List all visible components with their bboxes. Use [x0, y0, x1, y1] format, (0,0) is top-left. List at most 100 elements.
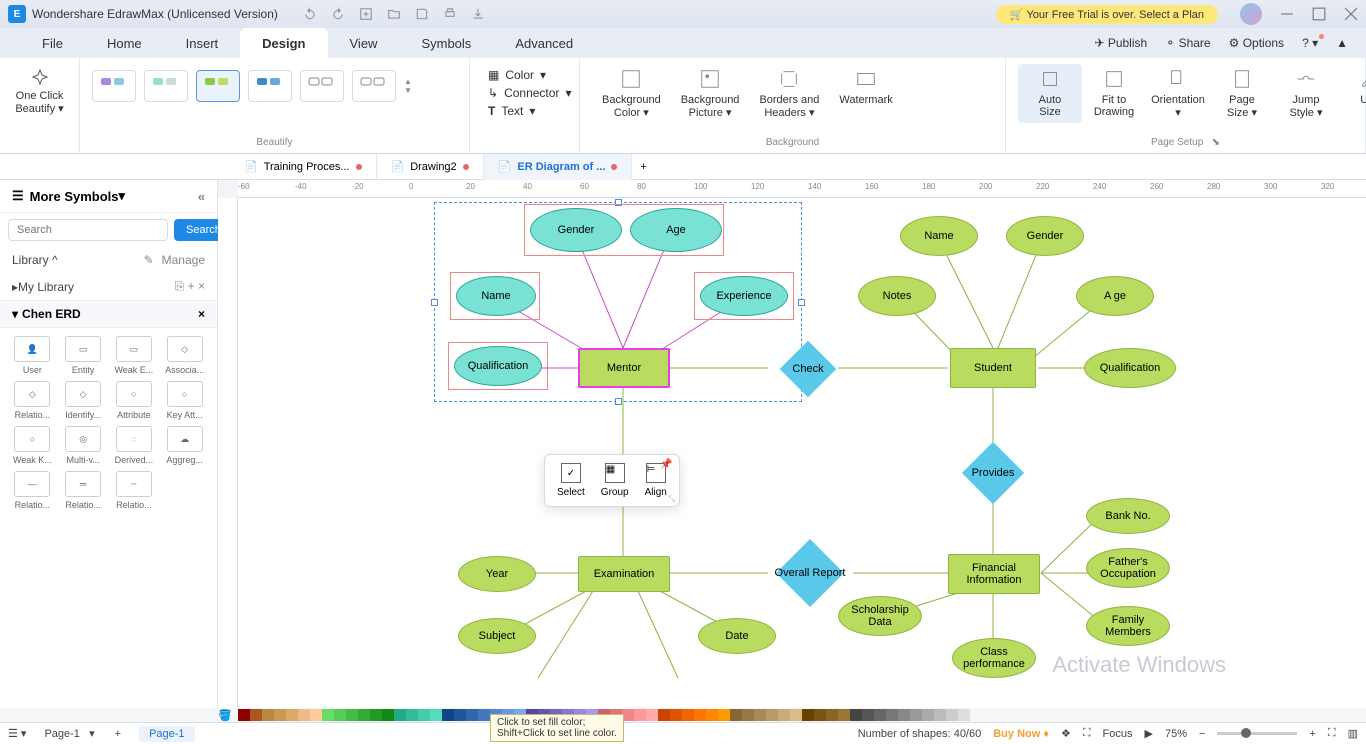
zoom-in-button[interactable]: +	[1309, 728, 1315, 740]
color-swatch[interactable]	[394, 709, 406, 721]
page-size-button[interactable]: PageSize ▾	[1210, 64, 1274, 123]
attr-father[interactable]: Father'sOccupation	[1086, 548, 1170, 588]
rel-overall[interactable]: Overall Report	[760, 548, 860, 598]
fullscreen-icon[interactable]: ⛶	[1328, 727, 1336, 740]
collapse-ribbon-icon[interactable]: ▲	[1336, 36, 1348, 50]
user-avatar-icon[interactable]	[1240, 3, 1262, 25]
maximize-icon[interactable]	[1312, 7, 1326, 21]
color-swatch[interactable]	[742, 709, 754, 721]
color-swatch[interactable]	[874, 709, 886, 721]
color-swatch[interactable]	[730, 709, 742, 721]
color-swatch[interactable]	[718, 709, 730, 721]
shape-rel-line3[interactable]: ┄Relatio...	[112, 471, 157, 510]
color-dropdown[interactable]: ▦ Color ▾	[488, 68, 561, 82]
publish-link[interactable]: ✈ Publish	[1094, 36, 1147, 50]
watermark-button[interactable]: Watermark	[829, 64, 902, 123]
new-icon[interactable]	[359, 7, 373, 21]
tab-drawing2[interactable]: 📄 Drawing2	[377, 154, 484, 180]
panel-toggle-icon[interactable]: ▥	[1348, 727, 1358, 740]
pin-icon[interactable]: 📌	[660, 459, 672, 470]
color-swatch[interactable]	[790, 709, 802, 721]
attr-scholarship[interactable]: ScholarshipData	[838, 596, 922, 636]
color-swatch[interactable]	[958, 709, 970, 721]
theme-6[interactable]	[352, 70, 396, 102]
shape-entity[interactable]: ▭Entity	[61, 336, 106, 375]
layers-icon[interactable]: ❖	[1061, 727, 1071, 740]
trial-banner[interactable]: 🛒 Your Free Trial is over. Select a Plan	[996, 5, 1218, 24]
attr-name2[interactable]: Name	[900, 216, 978, 256]
focus-button[interactable]: Focus	[1103, 728, 1133, 740]
background-color-button[interactable]: BackgroundColor ▾	[592, 64, 671, 123]
color-swatch[interactable]	[766, 709, 778, 721]
background-picture-button[interactable]: BackgroundPicture ▾	[671, 64, 750, 123]
add-page-button[interactable]: +	[105, 728, 131, 740]
menu-design[interactable]: Design	[240, 28, 327, 58]
buy-now-link[interactable]: Buy Now ♦	[993, 728, 1049, 740]
color-swatch[interactable]	[310, 709, 322, 721]
color-swatch[interactable]	[322, 709, 334, 721]
group-tool[interactable]: ▦Group	[601, 463, 629, 498]
color-swatch[interactable]	[886, 709, 898, 721]
shape-rel-line1[interactable]: —Relatio...	[10, 471, 55, 510]
options-link[interactable]: ⚙ Options	[1229, 36, 1284, 50]
color-swatch[interactable]	[658, 709, 670, 721]
zoom-out-button[interactable]: −	[1199, 728, 1205, 740]
entity-financial[interactable]: FinancialInformation	[948, 554, 1040, 594]
theme-3[interactable]	[196, 70, 240, 102]
color-swatch[interactable]	[850, 709, 862, 721]
library-row[interactable]: Library ^✎ Manage	[0, 247, 217, 273]
color-swatch[interactable]	[862, 709, 874, 721]
one-click-beautify-button[interactable]: One Click Beautify ▾	[12, 64, 67, 119]
attr-subject[interactable]: Subject	[458, 618, 536, 654]
color-swatch[interactable]	[406, 709, 418, 721]
share-link[interactable]: ⚬ Share	[1165, 36, 1210, 50]
zoom-level[interactable]: 75%	[1165, 728, 1187, 740]
color-swatch[interactable]	[898, 709, 910, 721]
borders-headers-button[interactable]: Borders andHeaders ▾	[749, 64, 829, 123]
color-swatch[interactable]	[814, 709, 826, 721]
page-selector[interactable]: Page-1 ▾	[34, 725, 104, 742]
color-swatch[interactable]	[346, 709, 358, 721]
shape-rel-line2[interactable]: ═Relatio...	[61, 471, 106, 510]
color-swatch[interactable]	[358, 709, 370, 721]
color-swatch[interactable]	[430, 709, 442, 721]
color-swatch[interactable]	[274, 709, 286, 721]
menu-file[interactable]: File	[20, 28, 85, 58]
fit-icon[interactable]: ⛶	[1083, 727, 1091, 740]
select-tool[interactable]: ✓Select	[557, 463, 585, 498]
color-swatch[interactable]	[922, 709, 934, 721]
fit-to-drawing-button[interactable]: Fit toDrawing	[1082, 64, 1146, 123]
add-tab-button[interactable]: +	[632, 161, 654, 173]
shape-user[interactable]: 👤User	[10, 336, 55, 375]
shape-aggregation[interactable]: ☁Aggreg...	[162, 426, 207, 465]
attr-bankno[interactable]: Bank No.	[1086, 498, 1170, 534]
color-swatch[interactable]	[934, 709, 946, 721]
color-swatch[interactable]	[478, 709, 490, 721]
color-swatch[interactable]	[442, 709, 454, 721]
color-swatch[interactable]	[838, 709, 850, 721]
theme-1[interactable]	[92, 70, 136, 102]
attr-gender2[interactable]: Gender	[1006, 216, 1084, 256]
menu-advanced[interactable]: Advanced	[493, 28, 595, 58]
theme-5[interactable]	[300, 70, 344, 102]
presentation-icon[interactable]: ▶	[1145, 727, 1153, 740]
color-swatch[interactable]	[946, 709, 958, 721]
shape-derived[interactable]: ◌Derived...	[112, 426, 157, 465]
auto-size-button[interactable]: AutoSize	[1018, 64, 1082, 123]
color-swatch[interactable]	[694, 709, 706, 721]
color-swatch[interactable]	[778, 709, 790, 721]
tab-training[interactable]: 📄 Training Proces...	[230, 154, 377, 180]
collapse-sidebar-icon[interactable]: «	[198, 189, 205, 204]
color-swatch[interactable]	[286, 709, 298, 721]
color-swatch[interactable]	[418, 709, 430, 721]
undo-icon[interactable]	[303, 7, 317, 21]
page-tab-1[interactable]: Page-1	[139, 726, 194, 742]
color-swatch[interactable]	[670, 709, 682, 721]
color-swatch[interactable]	[298, 709, 310, 721]
text-dropdown[interactable]: T Text ▾	[488, 104, 561, 118]
pages-list-icon[interactable]: ☰ ▾	[8, 727, 26, 740]
print-icon[interactable]	[443, 7, 457, 21]
redo-icon[interactable]	[331, 7, 345, 21]
color-swatch[interactable]	[238, 709, 250, 721]
jump-style-button[interactable]: JumpStyle ▾	[1274, 64, 1338, 123]
